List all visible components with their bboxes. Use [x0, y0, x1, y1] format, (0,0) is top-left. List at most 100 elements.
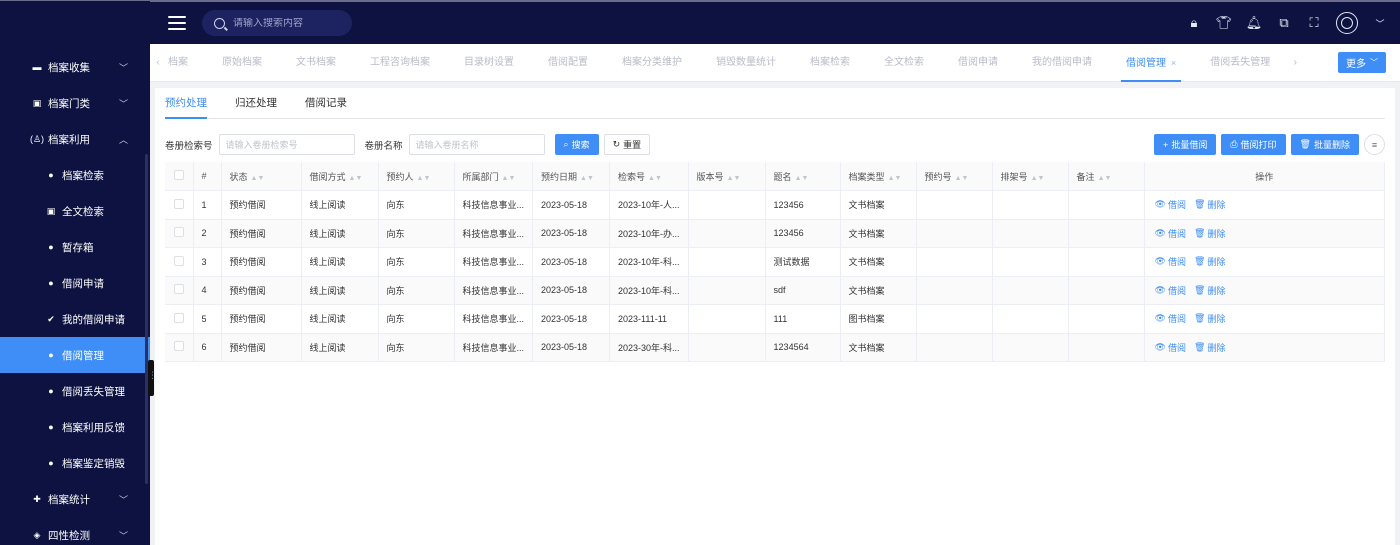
reset-button[interactable]: ↻ 重置 [603, 134, 651, 155]
sidebar-item-archive-category[interactable]: ▣ 档案门类 ﹀ [0, 85, 150, 121]
sidebar-item-staging-box[interactable]: ● 暂存箱 [0, 229, 150, 265]
borrow-print-button[interactable]: ⎙ 借阅打印 [1221, 134, 1286, 155]
tabs-scroll-right-icon[interactable]: › [1287, 57, 1303, 68]
col-archive-type[interactable]: 档案类型 ▲▼ [840, 162, 917, 191]
borrow-link[interactable]: 👁︎ 借阅 [1155, 198, 1186, 211]
search-input[interactable] [233, 17, 343, 29]
column-settings-icon[interactable]: ≡ [1364, 134, 1385, 155]
sort-icon[interactable]: ▲▼ [727, 175, 741, 182]
shirt-icon[interactable]: 👕︎ [1216, 15, 1233, 31]
sidebar-item-borrow-lost[interactable]: ● 借阅丢失管理 [0, 373, 150, 409]
row-select-cell[interactable] [165, 333, 194, 362]
sidebar-item-use-feedback[interactable]: ● 档案利用反馈 [0, 409, 150, 445]
sidebar-item-borrow-apply[interactable]: ● 借阅申请 [0, 265, 150, 301]
delete-link[interactable]: 🗑︎ 删除 [1194, 284, 1225, 297]
batch-delete-button[interactable]: 🗑︎ 批量删除 [1290, 134, 1359, 155]
borrow-link[interactable]: 👁︎ 借阅 [1155, 312, 1186, 325]
tab-original-archive[interactable]: 原始档案 [205, 44, 279, 82]
sort-icon[interactable]: ▲▼ [1098, 175, 1112, 182]
tab-borrow-manage[interactable]: 借阅管理 × [1109, 44, 1193, 82]
translate-icon[interactable]: ⧉ [1276, 15, 1292, 31]
sort-icon[interactable]: ▲▼ [795, 175, 809, 182]
sort-icon[interactable]: ▲▼ [888, 175, 902, 182]
sidebar-item-archive-search[interactable]: ● 档案检索 [0, 157, 150, 193]
delete-link[interactable]: 🗑︎ 删除 [1194, 255, 1225, 268]
tab-borrow-apply[interactable]: 借阅申请 [941, 44, 1015, 82]
sidebar-item-archive-use[interactable]: (♙) 档案利用 ︿ [0, 121, 150, 157]
sidebar-scrollbar[interactable] [145, 154, 148, 484]
tab-category-maintain[interactable]: 档案分类维护 [605, 44, 699, 82]
sort-icon[interactable]: ▲▼ [1031, 175, 1045, 182]
tab-document-archive[interactable]: 文书档案 [279, 44, 353, 82]
row-select-cell[interactable] [165, 247, 194, 277]
sidebar-item-appraisal-destroy[interactable]: ● 档案鉴定销毁 [0, 445, 150, 481]
fullscreen-icon[interactable]: ⛶ [1306, 15, 1322, 31]
global-search[interactable] [202, 10, 352, 36]
bell-icon[interactable]: 🔔︎ [1246, 15, 1263, 31]
sidebar-resize-handle[interactable] [148, 360, 157, 396]
col-shelf-no[interactable]: 排架号 ▲▼ [992, 162, 1069, 191]
borrow-link[interactable]: 👁︎ 借阅 [1155, 227, 1186, 240]
sort-icon[interactable]: ▲▼ [502, 175, 516, 182]
col-version[interactable]: 版本号 ▲▼ [688, 162, 766, 191]
close-icon[interactable]: × [1171, 58, 1176, 68]
tab-my-borrow-apply[interactable]: 我的借阅申请 [1015, 44, 1109, 82]
chevron-down-icon[interactable]: ﹀ [1372, 15, 1388, 31]
row-checkbox[interactable] [173, 255, 184, 266]
subtab-borrow-record[interactable]: 借阅记录 [305, 88, 347, 118]
delete-link[interactable]: 🗑︎ 删除 [1194, 312, 1225, 325]
row-checkbox[interactable] [173, 198, 184, 209]
tab-catalog-tree[interactable]: 目录树设置 [447, 44, 531, 82]
select-all-cell[interactable] [165, 162, 194, 191]
col-borrow-mode[interactable]: 借阅方式 ▲▼ [301, 162, 379, 191]
row-select-cell[interactable] [165, 219, 194, 248]
select-all-checkbox[interactable] [173, 170, 184, 180]
tab-destroy-stats[interactable]: 销毁数量统计 [699, 44, 793, 82]
subtab-reservation[interactable]: 预约处理 [165, 88, 207, 119]
tab-fulltext-search[interactable]: 全文检索 [867, 44, 941, 82]
row-select-cell[interactable] [165, 190, 194, 220]
volume-name-input[interactable] [408, 134, 545, 155]
tab-archive-search[interactable]: 档案检索 [793, 44, 867, 82]
tab-borrow-config[interactable]: 借阅配置 [531, 44, 605, 82]
row-checkbox[interactable] [173, 312, 184, 323]
sidebar-item-fulltext-search[interactable]: ▣ 全文检索 [0, 193, 150, 229]
avatar[interactable] [1336, 12, 1358, 34]
subtab-return[interactable]: 归还处理 [235, 88, 277, 118]
row-checkbox[interactable] [173, 227, 184, 238]
row-select-cell[interactable] [165, 276, 194, 305]
delete-link[interactable]: 🗑︎ 删除 [1194, 227, 1225, 240]
sort-icon[interactable]: ▲▼ [251, 175, 265, 182]
tab-borrow-lost[interactable]: 借阅丢失管理 [1193, 44, 1287, 82]
sidebar-item-my-borrow-apply[interactable]: ✔ 我的借阅申请 [0, 301, 150, 337]
col-reserve-date[interactable]: 预约日期 ▲▼ [532, 162, 611, 191]
col-remark[interactable]: 备注 ▲▼ [1068, 162, 1145, 191]
search-button[interactable]: ⌕ 搜索 [554, 134, 599, 155]
sort-icon[interactable]: ▲▼ [955, 175, 969, 182]
sidebar-item-archive-stats[interactable]: ✚ 档案统计 ﹀ [0, 481, 150, 517]
col-title[interactable]: 题名 ▲▼ [765, 162, 841, 191]
batch-borrow-button[interactable]: + 批量借阅 [1154, 134, 1217, 155]
col-reserve-no[interactable]: 预约号 ▲▼ [916, 162, 993, 191]
col-reserver[interactable]: 预约人 ▲▼ [378, 162, 455, 191]
borrow-link[interactable]: 👁︎ 借阅 [1155, 284, 1186, 297]
col-department[interactable]: 所属部门 ▲▼ [454, 162, 534, 191]
row-select-cell[interactable] [165, 304, 194, 334]
sort-icon[interactable]: ▲▼ [417, 175, 431, 182]
delete-link[interactable]: 🗑︎ 删除 [1194, 198, 1225, 211]
sort-icon[interactable]: ▲▼ [349, 175, 363, 182]
tabs-scroll-left-icon[interactable]: ‹ [150, 57, 166, 68]
tab-engineering-archive[interactable]: 工程咨询档案 [353, 44, 447, 82]
row-checkbox[interactable] [173, 284, 184, 295]
sort-icon[interactable]: ▲▼ [580, 175, 594, 182]
borrow-link[interactable]: 👁︎ 借阅 [1155, 255, 1186, 268]
sidebar-item-borrow-manage[interactable]: ● 借阅管理 [0, 337, 150, 373]
delete-link[interactable]: 🗑︎ 删除 [1194, 341, 1225, 354]
row-checkbox[interactable] [173, 341, 184, 352]
tab-archive[interactable]: 档案 [166, 44, 205, 82]
sort-icon[interactable]: ▲▼ [648, 175, 662, 182]
volume-search-no-input[interactable] [218, 134, 355, 155]
borrow-link[interactable]: 👁︎ 借阅 [1155, 341, 1186, 354]
sidebar-item-archive-collect[interactable]: ▬ 档案收集 ﹀ [0, 49, 150, 85]
lock-icon[interactable]: 🔒︎ [1186, 15, 1202, 31]
